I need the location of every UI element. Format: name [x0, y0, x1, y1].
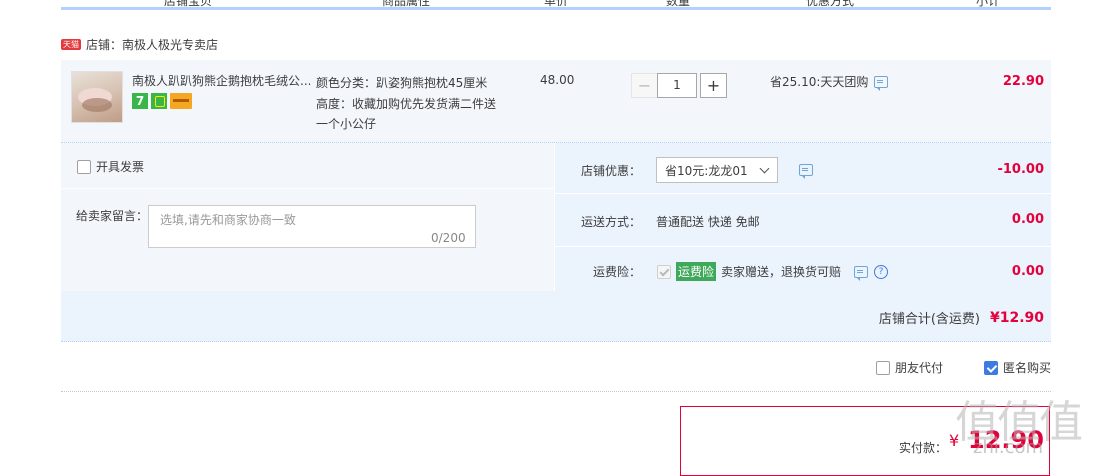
unit-price: 48.00 [540, 73, 575, 87]
insurance-tag: 运费险 [676, 262, 717, 281]
watermark-domain: zhi.com [973, 437, 1044, 458]
insurance-label: 运费险： [593, 265, 642, 279]
insurance-text: 卖家赠送，退换货可赔 [721, 265, 842, 279]
insurance-comment-icon[interactable] [854, 265, 869, 281]
checkout-divider [61, 391, 1051, 392]
invoice-option[interactable]: 开具发票 [77, 158, 144, 175]
service-icons: 7 [132, 93, 192, 109]
qty-input[interactable]: 1 [657, 73, 697, 98]
anonymous-purchase-label: 匿名购买 [1003, 361, 1052, 375]
shop-row: 天猫 店铺：南极人极光专卖店 [61, 34, 218, 54]
friend-pay-label: 朋友代付 [895, 361, 944, 375]
product-title-link[interactable]: 南极人趴趴狗熊企鹅抱枕毛绒公... [132, 72, 310, 89]
genuine-guarantee-icon[interactable] [151, 93, 167, 109]
anonymous-purchase-option[interactable]: 匿名购买 [984, 359, 1051, 376]
promo-info: 省25.10:天天团购 [770, 73, 889, 91]
left-divider [61, 188, 554, 189]
shop-total-amount: ¥12.90 [989, 309, 1044, 326]
friend-pay-checkbox[interactable] [876, 360, 890, 375]
shop-coupon-select[interactable]: 省10元:龙龙01 [656, 157, 778, 183]
insurance-checkbox [657, 264, 671, 279]
shop-coupon-amount: -10.00 [997, 162, 1044, 177]
insurance-amount: 0.00 [1011, 264, 1044, 279]
help-icon[interactable]: ? [874, 264, 889, 279]
shop-coupon-value: 省10元:龙龙01 [665, 163, 748, 178]
shipping-method: 普通配送 快递 免邮 [656, 215, 760, 229]
pay-label: 实付款： [899, 441, 948, 455]
qty-decrease-button[interactable]: − [631, 73, 658, 98]
header-divider [61, 7, 1051, 10]
item-subtotal: 22.90 [1002, 74, 1044, 89]
credit-card-icon[interactable] [170, 93, 192, 109]
quantity-stepper: − 1 + [631, 73, 727, 98]
shop-total-label: 店铺合计(含运费) [878, 312, 980, 327]
product-attr-gift: 一个小公仔 [316, 117, 377, 131]
right-divider-2 [555, 246, 1051, 247]
product-thumbnail[interactable] [71, 71, 123, 123]
friend-pay-option[interactable]: 朋友代付 [876, 359, 943, 376]
chevron-down-icon [759, 163, 770, 174]
shop-total: 店铺合计(含运费) ¥12.90 [878, 308, 1044, 328]
product-attr-height: 高度：收藏加购优先发货满二件送 [316, 97, 497, 111]
shop-coupon-label: 店铺优惠： [581, 164, 642, 178]
comment-icon[interactable] [874, 75, 889, 91]
thumbnail-shadow [82, 98, 112, 112]
shipping-amount: 0.00 [1011, 212, 1044, 227]
seller-note-placeholder: 选填,请先和商家协商一致 [160, 213, 296, 227]
qty-increase-button[interactable]: + [700, 73, 727, 98]
promo-text: 省25.10:天天团购 [770, 75, 869, 89]
product-attr-color: 颜色分类：趴姿狗熊抱枕45厘米 [316, 76, 488, 90]
seven-day-return-icon[interactable]: 7 [132, 93, 148, 109]
shop-name-link[interactable]: 店铺：南极人极光专卖店 [86, 36, 218, 53]
insurance-option: 运费险 卖家赠送，退换货可赔 ? [657, 262, 889, 281]
seller-note-label: 给卖家留言： [76, 209, 149, 223]
right-divider-1 [555, 193, 1051, 194]
invoice-checkbox[interactable] [77, 159, 91, 174]
tmall-icon: 天猫 [61, 38, 81, 50]
seller-note-char-count: 0/200 [431, 231, 466, 245]
coupon-comment-icon[interactable] [799, 164, 813, 179]
invoice-label: 开具发票 [96, 160, 145, 174]
shipping-label: 运送方式： [581, 215, 642, 229]
anonymous-purchase-checkbox[interactable] [984, 360, 998, 375]
